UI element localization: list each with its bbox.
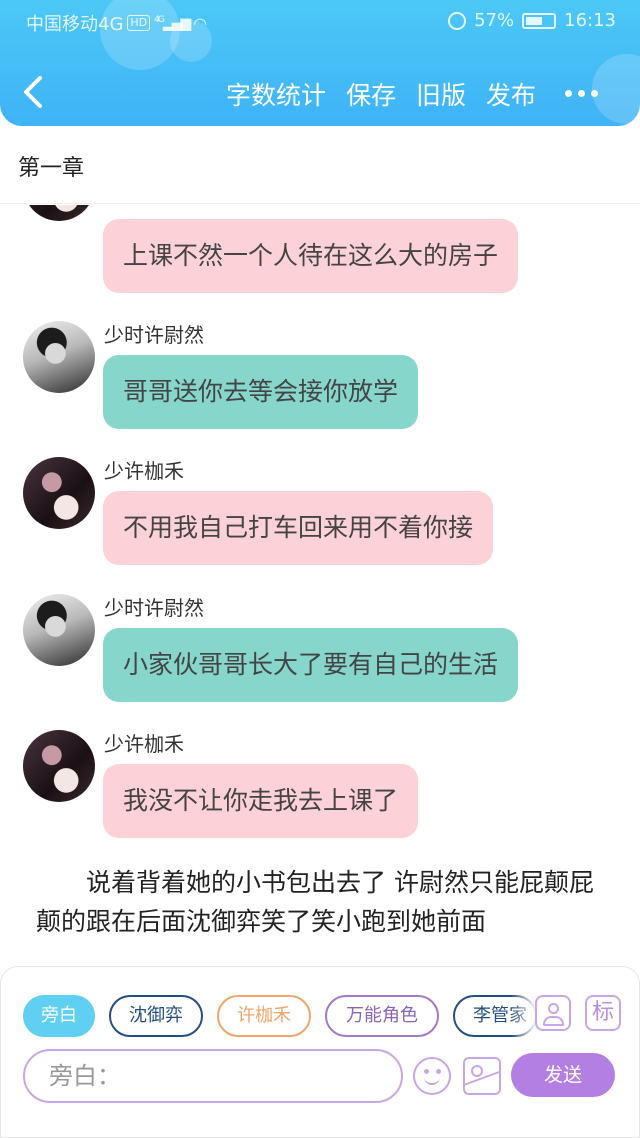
- more-button[interactable]: [565, 90, 598, 97]
- chevron-left-icon: [24, 76, 42, 108]
- role-manage-button[interactable]: [535, 995, 571, 1031]
- role-chip-shen[interactable]: 沈御弈: [109, 995, 203, 1037]
- mark-button[interactable]: 标: [585, 995, 621, 1031]
- speaker-name: 少许枷禾: [104, 459, 184, 483]
- narration-paragraph[interactable]: 说着背着她的小书包出去了 许尉然只能屁颠屁颠的跟在后面沈御弈笑了笑小跑到她前面: [36, 863, 608, 941]
- battery-percent: 57%: [474, 10, 515, 31]
- message-bubble[interactable]: 哥哥送你去等会接你放学: [103, 355, 419, 429]
- publish-button[interactable]: 发布: [486, 76, 536, 112]
- role-chip-xu[interactable]: 许枷禾: [217, 995, 311, 1037]
- conversation[interactable]: 上课不然一个人待在这么大的房子 少时许尉然 哥哥送你去等会接你放学 少许枷禾 不…: [0, 205, 640, 965]
- message-bubble[interactable]: 小家伙哥哥长大了要有自己的生活: [103, 628, 519, 702]
- send-button[interactable]: 发送: [511, 1053, 615, 1097]
- more-dots-icon: [565, 90, 572, 97]
- alarm-icon: [448, 11, 467, 30]
- chapter-header[interactable]: 第一章: [0, 128, 640, 204]
- avatar[interactable]: [23, 457, 95, 529]
- speaker-name: 少时许尉然: [104, 323, 204, 347]
- role-chip-narrator[interactable]: 旁白: [23, 995, 95, 1037]
- message-bubble[interactable]: 不用我自己打车回来用不着你接: [103, 491, 494, 565]
- old-version-button[interactable]: 旧版: [416, 76, 466, 112]
- message-input[interactable]: 旁白：: [23, 1049, 403, 1103]
- chip-scroll-fade: [511, 991, 537, 1041]
- image-icon[interactable]: [463, 1057, 501, 1095]
- clock: 16:13: [564, 10, 616, 31]
- word-count-button[interactable]: 字数统计: [226, 76, 326, 112]
- composer-panel: 旁白 沈御弈 许枷禾 万能角色 李管家 标 旁白： 发送: [0, 966, 640, 1138]
- person-icon: [548, 1003, 559, 1014]
- speaker-name: 少许枷禾: [104, 732, 184, 756]
- chapter-title: 第一章: [18, 156, 85, 181]
- avatar[interactable]: [23, 594, 95, 666]
- avatar[interactable]: [23, 730, 95, 802]
- message-bubble[interactable]: 上课不然一个人待在这么大的房子: [103, 219, 519, 293]
- message-bubble[interactable]: 我没不让你走我去上课了: [103, 764, 419, 838]
- app-header: 中国移动4G HD 4G▂▄▆ ◠ 57% 16:13 字数统计 保存 旧版 发…: [0, 0, 640, 126]
- wifi-icon: ◠: [193, 13, 208, 33]
- avatar[interactable]: [23, 205, 95, 221]
- signal-icon: 4G▂▄▆: [154, 14, 191, 32]
- status-bar: 中国移动4G HD 4G▂▄▆ ◠ 57% 16:13: [0, 0, 640, 44]
- battery-icon: [522, 12, 557, 29]
- carrier-label: 中国移动4G: [26, 14, 124, 35]
- avatar[interactable]: [23, 321, 95, 393]
- save-button[interactable]: 保存: [346, 76, 396, 112]
- toolbar: 字数统计 保存 旧版 发布: [0, 70, 640, 118]
- back-button[interactable]: [20, 74, 60, 114]
- hd-badge: HD: [127, 15, 151, 31]
- speaker-name: 少时许尉然: [104, 596, 204, 620]
- role-chip-universal[interactable]: 万能角色: [325, 995, 439, 1037]
- emoji-icon[interactable]: [413, 1057, 451, 1095]
